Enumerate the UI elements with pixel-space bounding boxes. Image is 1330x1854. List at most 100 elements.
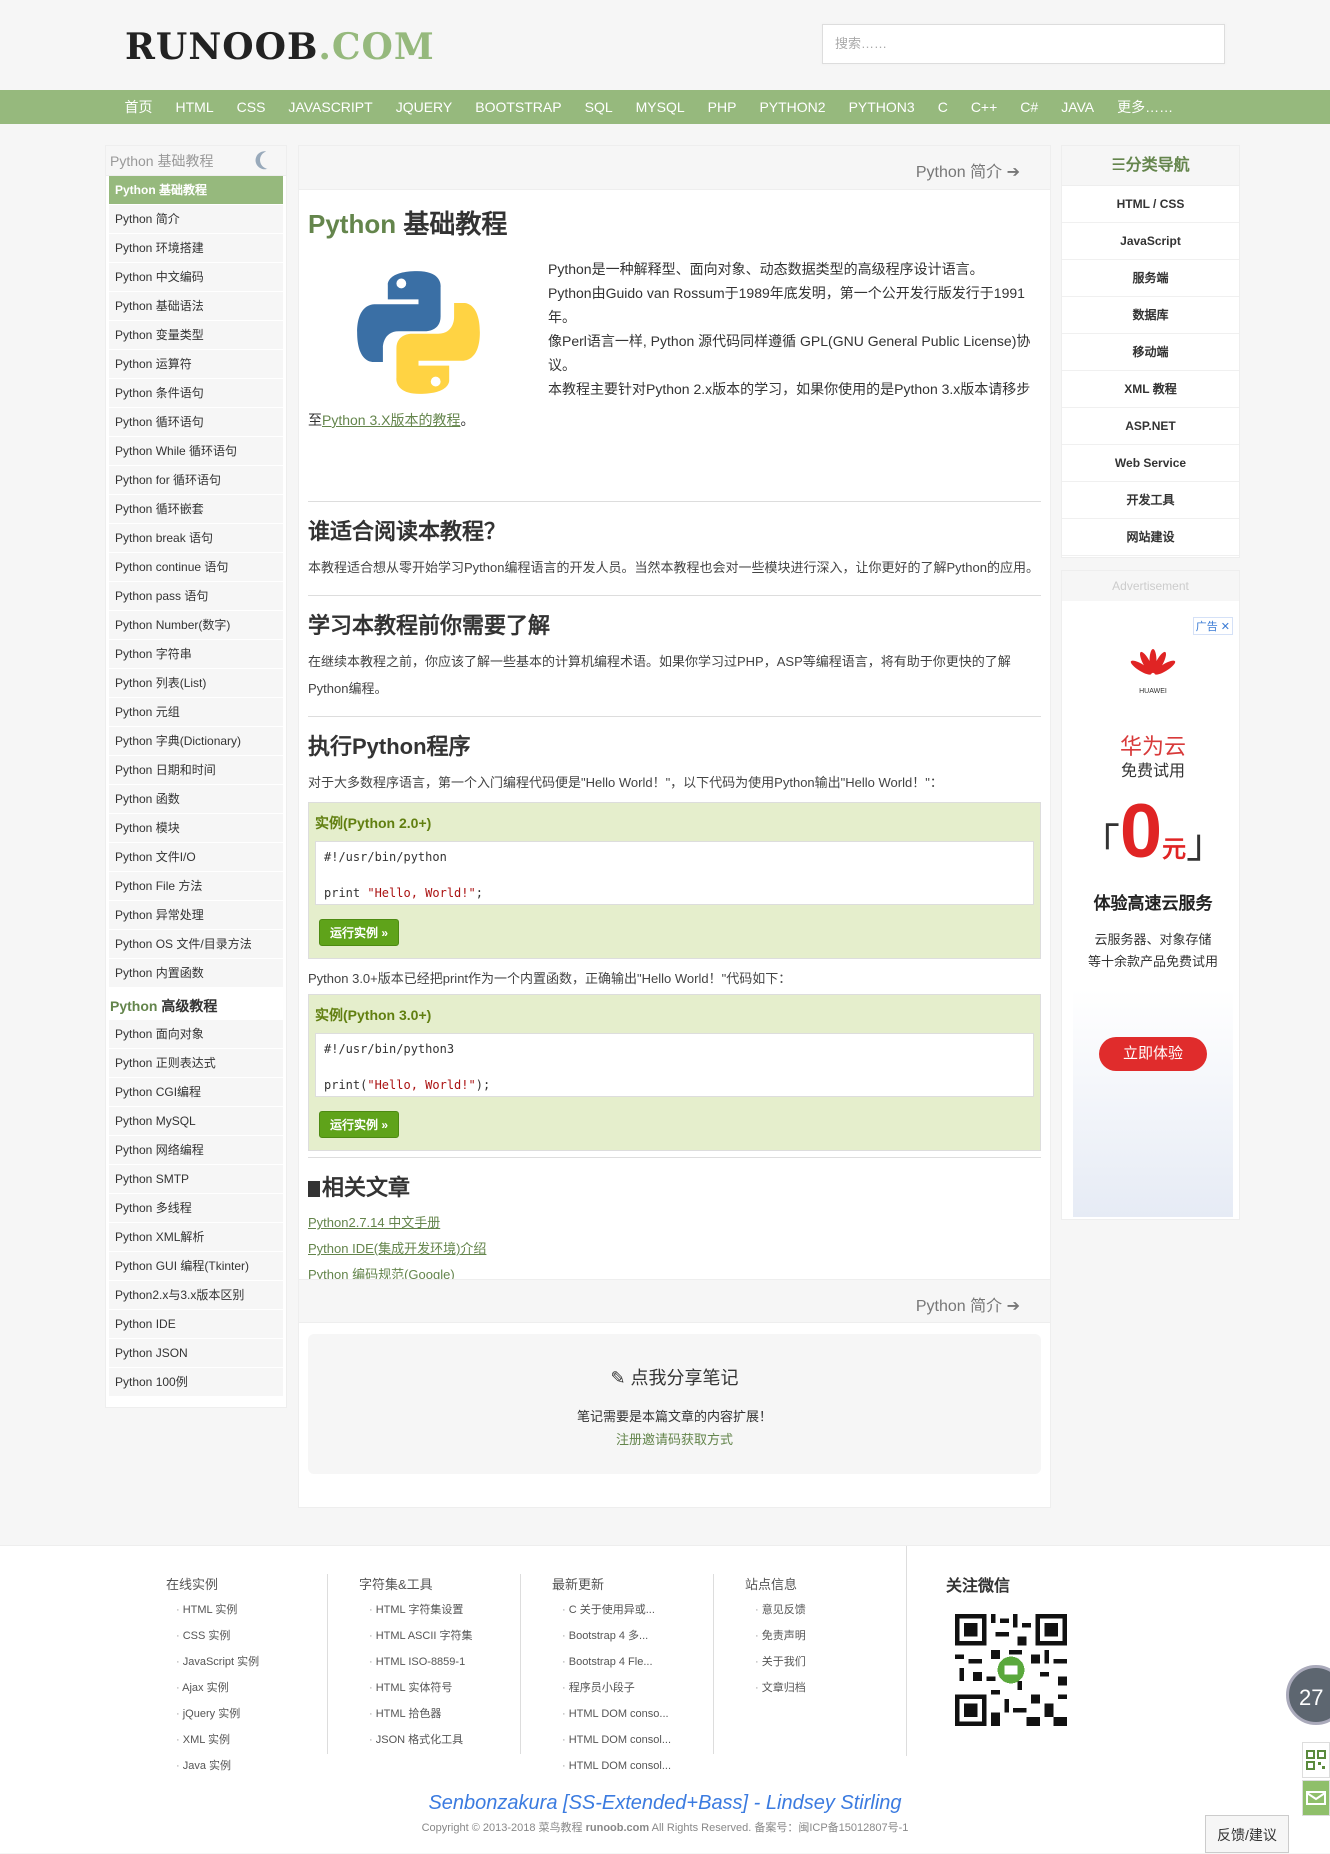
sidebar-item[interactable]: Python MySQL [109, 1107, 283, 1136]
sidebar-item[interactable]: Python 正则表达式 [109, 1049, 283, 1078]
footer-link[interactable]: HTML 拾色器 [359, 1701, 539, 1727]
nav-item[interactable]: PYTHON2 [748, 90, 837, 124]
sidebar-item[interactable]: Python IDE [109, 1310, 283, 1339]
sidebar-item[interactable]: Python continue 语句 [109, 553, 283, 582]
nav-item[interactable]: C# [1009, 90, 1050, 124]
ad-banner[interactable]: 广告 ✕ HUAWEI 华为云 免费试用 「0元」 体验高速云服务 云服务器、对… [1073, 617, 1233, 1217]
category-nav-item[interactable]: ASP.NET [1062, 408, 1239, 445]
sidebar-item[interactable]: Python XML解析 [109, 1223, 283, 1252]
footer-link[interactable]: HTML 实体符号 [359, 1675, 539, 1701]
sidebar-item[interactable]: Python for 循环语句 [109, 466, 283, 495]
nav-item[interactable]: C++ [959, 90, 1008, 124]
related-link[interactable]: Python IDE(集成开发环境)介绍 [308, 1236, 1041, 1262]
nav-item[interactable]: MYSQL [624, 90, 696, 124]
footer-link[interactable]: 免责声明 [745, 1623, 925, 1649]
ad-cta-button[interactable]: 立即体验 [1099, 1037, 1207, 1071]
sidebar-item[interactable]: Python Number(数字) [109, 611, 283, 640]
mail-float-button[interactable] [1302, 1780, 1330, 1816]
footer-link[interactable]: Bootstrap 4 Fle... [552, 1649, 732, 1675]
sidebar-item[interactable]: Python GUI 编程(Tkinter) [109, 1252, 283, 1281]
next-page-link[interactable]: Python 简介 ➔ [916, 158, 1020, 182]
footer-link[interactable]: 文章归档 [745, 1675, 925, 1701]
sidebar-item[interactable]: Python 运算符 [109, 350, 283, 379]
sidebar-item[interactable]: Python pass 语句 [109, 582, 283, 611]
site-logo[interactable]: RUNOOB.COM [125, 26, 435, 68]
moon-icon[interactable] [257, 148, 282, 173]
qr-float-button[interactable] [1302, 1742, 1330, 1778]
sidebar-item[interactable]: Python break 语句 [109, 524, 283, 553]
category-nav-item[interactable]: 服务端 [1062, 260, 1239, 297]
footer-link[interactable]: HTML DOM consol... [552, 1727, 732, 1753]
sidebar-item[interactable]: Python 中文编码 [109, 263, 283, 292]
feedback-button[interactable]: 反馈/建议 [1205, 1815, 1289, 1853]
footer-link[interactable]: HTML ASCII 字符集 [359, 1623, 539, 1649]
sidebar-item[interactable]: Python 变量类型 [109, 321, 283, 350]
footer-link[interactable]: HTML ISO-8859-1 [359, 1649, 539, 1675]
category-nav-item[interactable]: 移动端 [1062, 334, 1239, 371]
sidebar-item[interactable]: Python SMTP [109, 1165, 283, 1194]
sidebar-item[interactable]: Python 日期和时间 [109, 756, 283, 785]
sidebar-item[interactable]: Python File 方法 [109, 872, 283, 901]
sidebar-item[interactable]: Python 基础语法 [109, 292, 283, 321]
nav-item[interactable]: HTML [164, 90, 225, 124]
sidebar-item[interactable]: Python 内置函数 [109, 959, 283, 988]
sidebar-item[interactable]: Python 多线程 [109, 1194, 283, 1223]
sidebar-item[interactable]: Python 面向对象 [109, 1020, 283, 1049]
sidebar-item[interactable]: Python 基础教程 [109, 176, 283, 205]
next-page-link[interactable]: Python 简介 ➔ [916, 1292, 1020, 1316]
footer-link[interactable]: jQuery 实例 [166, 1701, 346, 1727]
sidebar-item[interactable]: Python 文件I/O [109, 843, 283, 872]
nav-item[interactable]: C [926, 90, 959, 124]
category-nav-item[interactable]: Web Service [1062, 445, 1239, 482]
footer-link[interactable]: JSON 格式化工具 [359, 1727, 539, 1753]
category-nav-item[interactable]: HTML / CSS [1062, 186, 1239, 223]
nav-item[interactable]: JQUERY [384, 90, 464, 124]
sidebar-item[interactable]: Python 字典(Dictionary) [109, 727, 283, 756]
sidebar-item[interactable]: Python 元组 [109, 698, 283, 727]
category-nav-item[interactable]: XML 教程 [1062, 371, 1239, 408]
category-nav-item[interactable]: 数据库 [1062, 297, 1239, 334]
invite-code-link[interactable]: 注册邀请码获取方式 [308, 1429, 1041, 1448]
nav-item[interactable]: JAVA [1050, 90, 1106, 124]
run-example-button[interactable]: 运行实例 » [319, 1111, 400, 1138]
footer-link[interactable]: 关于我们 [745, 1649, 925, 1675]
footer-link[interactable]: C 关于使用异或... [552, 1597, 732, 1623]
nav-item[interactable]: SQL [573, 90, 624, 124]
sidebar-item[interactable]: Python 模块 [109, 814, 283, 843]
python3-tutorial-link[interactable]: Python 3.X版本的教程 [322, 412, 461, 428]
footer-link[interactable]: Ajax 实例 [166, 1675, 346, 1701]
footer-link[interactable]: HTML DOM consol... [552, 1753, 732, 1779]
nav-item[interactable]: JAVASCRIPT [277, 90, 384, 124]
footer-link[interactable]: HTML DOM conso... [552, 1701, 732, 1727]
nav-item[interactable]: PYTHON3 [837, 90, 926, 124]
sidebar-item[interactable]: Python 简介 [109, 205, 283, 234]
sidebar-item[interactable]: Python 100例 [109, 1368, 283, 1397]
nav-item[interactable]: 更多…… [1106, 90, 1185, 124]
footer-link[interactable]: 意见反馈 [745, 1597, 925, 1623]
ad-tag[interactable]: 广告 ✕ [1192, 617, 1233, 635]
footer-link[interactable]: JavaScript 实例 [166, 1649, 346, 1675]
run-example-button[interactable]: 运行实例 » [319, 919, 400, 946]
footer-link[interactable]: Bootstrap 4 多... [552, 1623, 732, 1649]
footer-link[interactable]: HTML 实例 [166, 1597, 346, 1623]
share-note-button[interactable]: ✎ 点我分享笔记 [308, 1364, 1041, 1390]
sidebar-item[interactable]: Python2.x与3.x版本区别 [109, 1281, 283, 1310]
footer-link[interactable]: Java 实例 [166, 1753, 346, 1779]
sidebar-item[interactable]: Python CGI编程 [109, 1078, 283, 1107]
sidebar-item[interactable]: Python 环境搭建 [109, 234, 283, 263]
footer-link[interactable]: XML 实例 [166, 1727, 346, 1753]
nav-item[interactable]: 首页 [113, 90, 164, 124]
sidebar-item[interactable]: Python 字符串 [109, 640, 283, 669]
sidebar-item[interactable]: Python 函数 [109, 785, 283, 814]
nav-item[interactable]: BOOTSTRAP [464, 90, 573, 124]
category-nav-item[interactable]: JavaScript [1062, 223, 1239, 260]
category-nav-item[interactable]: 网站建设 [1062, 519, 1239, 556]
footer-link[interactable]: CSS 实例 [166, 1623, 346, 1649]
sidebar-item[interactable]: Python 网络编程 [109, 1136, 283, 1165]
sidebar-item[interactable]: Python OS 文件/目录方法 [109, 930, 283, 959]
sidebar-item[interactable]: Python While 循环语句 [109, 437, 283, 466]
sidebar-item[interactable]: Python 条件语句 [109, 379, 283, 408]
footer-link[interactable]: 程序员小段子 [552, 1675, 732, 1701]
sidebar-item[interactable]: Python JSON [109, 1339, 283, 1368]
footer-link[interactable]: HTML 字符集设置 [359, 1597, 539, 1623]
